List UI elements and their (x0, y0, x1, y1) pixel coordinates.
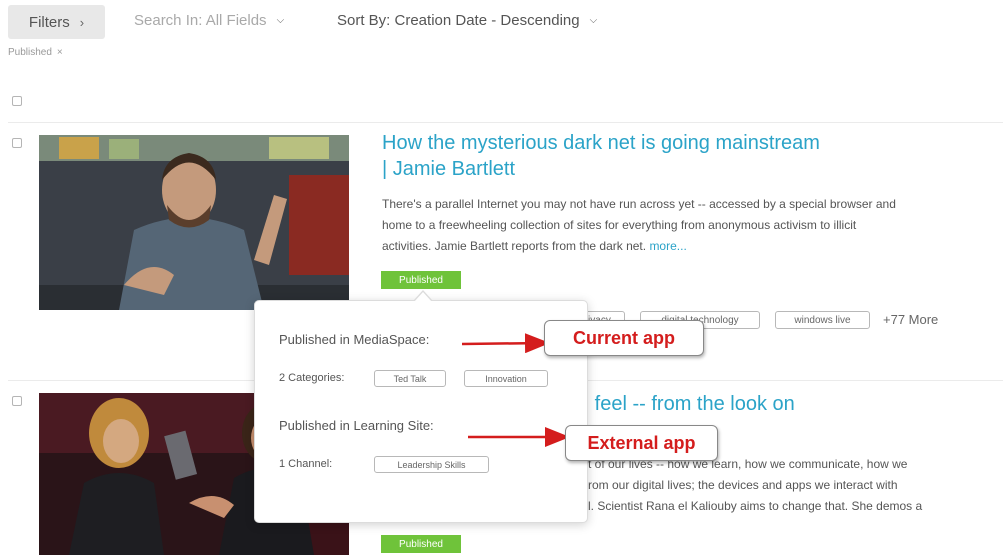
published-status-badge[interactable]: Published (381, 271, 461, 289)
sort-by-dropdown[interactable]: Sort By: Creation Date - Descending ⌵ (337, 12, 597, 29)
category-tag-innovation[interactable]: Innovation (464, 370, 548, 387)
mediaspace-heading: Published in MediaSpace: (279, 332, 430, 347)
sort-by-label: Sort By: Creation Date - Descending (337, 12, 580, 29)
category-tag-ted-talk[interactable]: Ted Talk (374, 370, 446, 387)
current-app-callout: Current app (544, 320, 704, 356)
filters-button[interactable]: Filters › (8, 5, 105, 39)
active-filter-label: Published (8, 47, 52, 58)
learning-site-heading: Published in Learning Site: (279, 418, 434, 433)
entry-thumbnail[interactable] (39, 135, 349, 310)
description-line: home to a freewheeling collection of sit… (382, 218, 857, 232)
more-link[interactable]: more... (649, 239, 686, 253)
external-app-callout: External app (565, 425, 718, 461)
description-line: rom our digital lives; the devices and a… (588, 478, 898, 492)
channel-tag-leadership-skills[interactable]: Leadership Skills (374, 456, 489, 473)
chevron-down-icon: ⌵ (589, 15, 598, 26)
entry-title-line: How the mysterious dark net is going mai… (382, 132, 820, 154)
filters-label: Filters (28, 13, 70, 31)
search-in-dropdown[interactable]: Search In: All Fields ⌵ (134, 12, 284, 29)
chevron-down-icon: ⌵ (276, 15, 285, 26)
entry-title[interactable]: u feel -- from the look on (578, 391, 878, 417)
more-tags-link[interactable]: +77 More (883, 312, 938, 327)
description-line: There's a parallel Internet you may not … (382, 197, 896, 211)
entry-title[interactable]: How the mysterious dark net is going mai… (382, 130, 862, 182)
active-filter-chip: Published × (8, 47, 63, 58)
entry-description: There's a parallel Internet you may not … (382, 194, 962, 257)
divider (8, 122, 1003, 123)
close-icon[interactable]: × (57, 47, 63, 58)
published-status-badge[interactable]: Published (381, 535, 461, 553)
search-in-label: Search In: All Fields (134, 12, 267, 29)
tag-windows-live[interactable]: windows live (775, 311, 870, 329)
chevron-right-icon: › (79, 14, 85, 30)
description-line: l. Scientist Rana el Kaliouby aims to ch… (588, 499, 923, 513)
entry-description: t of our lives -- how we learn, how we c… (588, 454, 968, 517)
description-line: activities. Jamie Bartlett reports from … (382, 239, 687, 253)
entry-checkbox[interactable] (12, 396, 22, 406)
select-all-checkbox[interactable] (12, 96, 22, 106)
popover-arrow-fill (414, 292, 432, 302)
entry-checkbox[interactable] (12, 138, 22, 148)
channel-label: 1 Channel: (279, 458, 333, 470)
categories-label: 2 Categories: (279, 372, 345, 384)
entry-title-line: | Jamie Bartlett (382, 158, 516, 180)
